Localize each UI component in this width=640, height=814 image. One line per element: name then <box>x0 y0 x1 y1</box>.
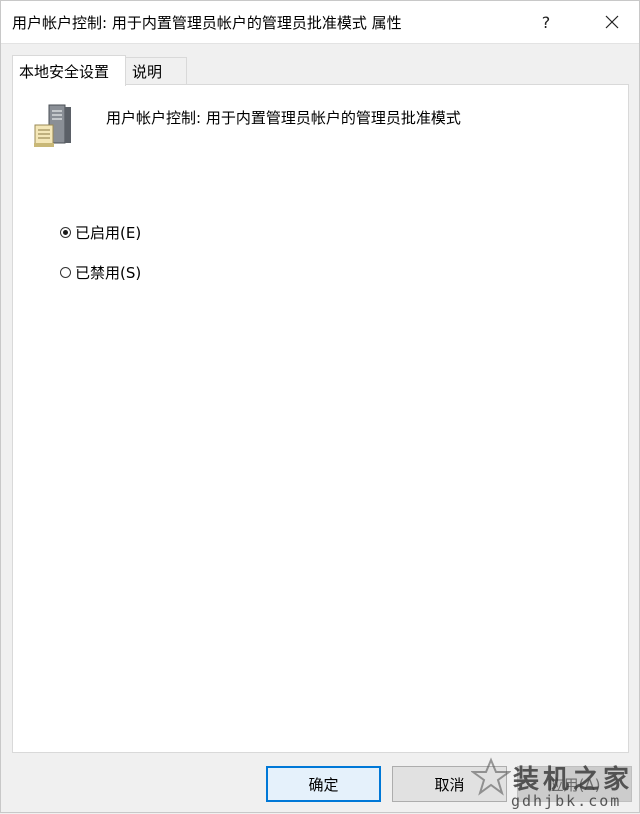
policy-name: 用户帐户控制: 用于内置管理员帐户的管理员批准模式 <box>106 109 461 127</box>
settings-panel: 用户帐户控制: 用于内置管理员帐户的管理员批准模式 已启用(E) 已禁用(S) <box>12 84 629 753</box>
enabled-label: 已启用(E) <box>75 223 142 242</box>
close-icon <box>605 15 619 29</box>
server-icon <box>34 104 71 147</box>
tab-explain[interactable]: 说明 <box>125 57 187 85</box>
disabled-radio[interactable] <box>60 266 71 278</box>
disabled-label: 已禁用(S) <box>75 263 142 282</box>
help-button[interactable]: ? <box>523 1 569 43</box>
ok-button[interactable]: 确定 <box>266 766 381 802</box>
enabled-radio-option[interactable]: 已启用(E) <box>60 222 141 242</box>
close-button[interactable] <box>585 1 639 43</box>
apply-button[interactable]: 应用(A) <box>517 766 632 802</box>
properties-dialog: 用户帐户控制: 用于内置管理员帐户的管理员批准模式 属性 ? 本地安全设置 说明… <box>0 0 640 813</box>
tab-local-security-setting[interactable]: 本地安全设置 <box>12 55 126 86</box>
enabled-radio[interactable] <box>60 226 71 238</box>
radio-selected-dot <box>63 229 68 235</box>
window-title: 用户帐户控制: 用于内置管理员帐户的管理员批准模式 属性 <box>12 14 402 32</box>
cancel-button[interactable]: 取消 <box>392 766 507 802</box>
title-bar[interactable]: 用户帐户控制: 用于内置管理员帐户的管理员批准模式 属性 ? <box>1 1 639 44</box>
disabled-radio-option[interactable]: 已禁用(S) <box>60 262 141 282</box>
